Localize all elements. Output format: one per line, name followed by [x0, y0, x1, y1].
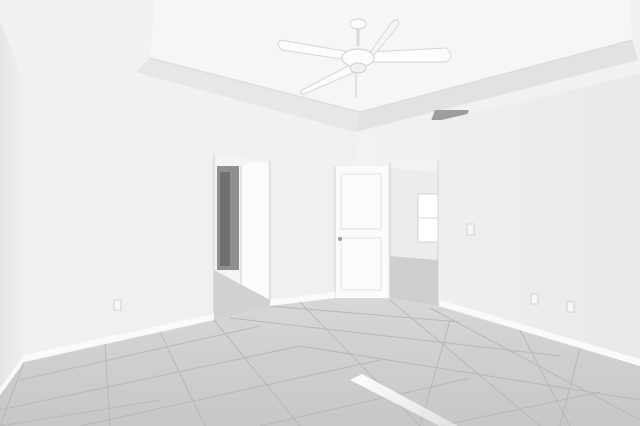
left-wall	[0, 20, 24, 395]
wall-outlet	[566, 301, 575, 313]
wall-outlet	[530, 293, 539, 305]
bedroom-door[interactable]	[334, 166, 388, 298]
wall-outlet	[113, 299, 122, 311]
hallway-doorway[interactable]	[213, 154, 271, 320]
light-switch	[466, 223, 475, 236]
open-hallway-door[interactable]	[241, 162, 268, 298]
room-photo	[0, 0, 640, 426]
adjoining-room-opening[interactable]	[389, 160, 439, 306]
door-knob[interactable]	[338, 237, 342, 241]
